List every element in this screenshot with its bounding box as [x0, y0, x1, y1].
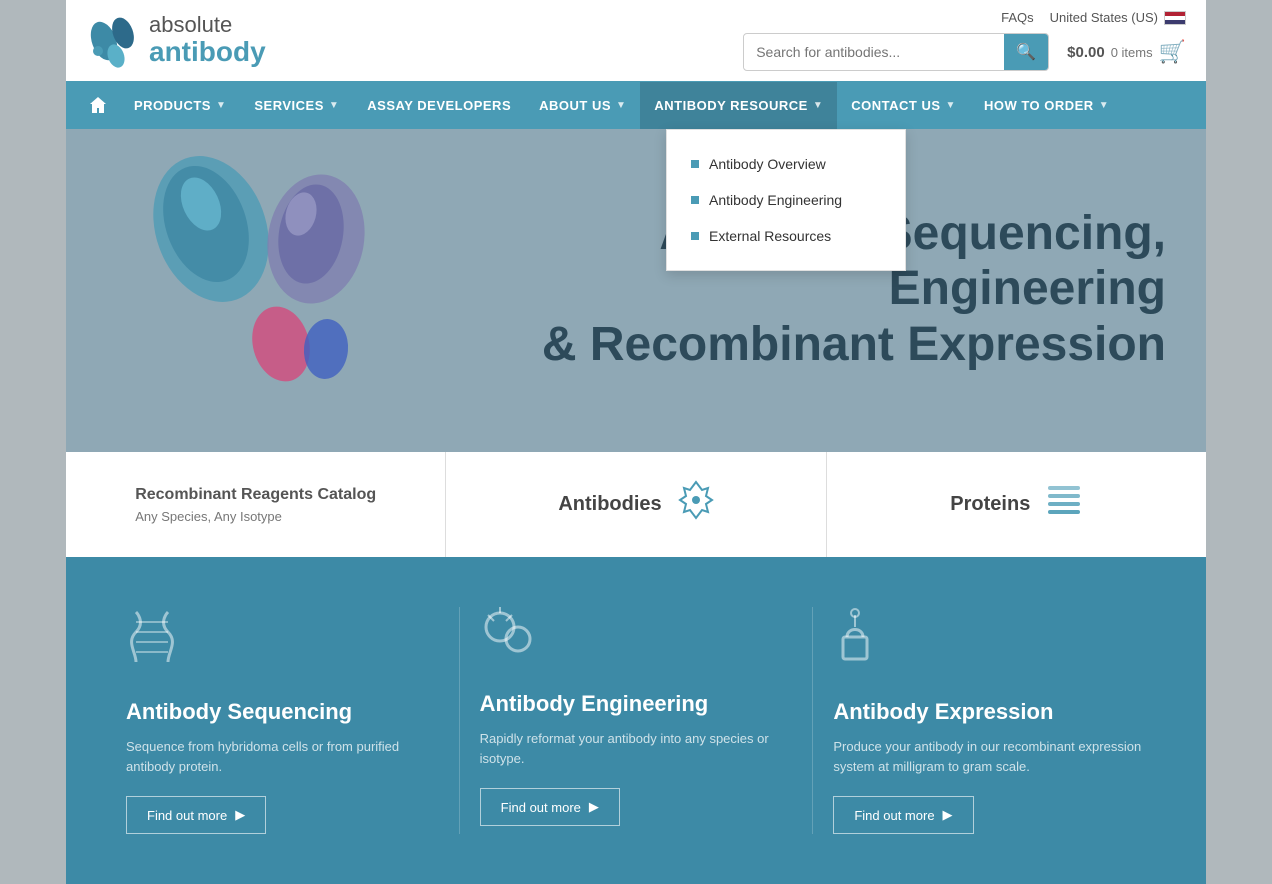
- dropdown-bullet-engineering: [691, 196, 699, 204]
- sequencing-desc: Sequence from hybridoma cells or from pu…: [126, 737, 439, 776]
- search-button[interactable]: 🔍: [1004, 34, 1048, 70]
- search-input[interactable]: [744, 36, 1004, 68]
- contact-chevron-icon: ▼: [946, 100, 956, 111]
- nav-home[interactable]: [76, 81, 120, 129]
- expression-arrow-icon: ▶: [943, 807, 953, 823]
- nav-item-assay-developers[interactable]: ASSAY DEVELOPERS: [353, 82, 525, 129]
- services-chevron-icon: ▼: [329, 100, 339, 111]
- proteins-label: Proteins: [950, 493, 1030, 516]
- nav-item-products[interactable]: PRODUCTS ▼: [120, 82, 240, 129]
- products-chevron-icon: ▼: [216, 100, 226, 111]
- service-engineering: Antibody Engineering Rapidly reformat yo…: [460, 607, 814, 834]
- product-tile-proteins[interactable]: Proteins: [827, 452, 1206, 557]
- dropdown-bullet-external: [691, 232, 699, 240]
- engineering-desc: Rapidly reformat your antibody into any …: [480, 729, 793, 768]
- product-tile-antibodies[interactable]: Antibodies: [446, 452, 826, 557]
- nav-item-services[interactable]: SERVICES ▼: [240, 82, 353, 129]
- cart-area: $0.00 0 items 🛒: [1067, 39, 1186, 65]
- dropdown-bullet-overview: [691, 160, 699, 168]
- search-cart-area: 🔍 $0.00 0 items 🛒: [743, 33, 1186, 71]
- antibody-resource-dropdown: Antibody Overview Antibody Engineering E…: [666, 129, 906, 271]
- top-right-area: FAQs United States (US) 🔍 $0.00 0 items: [743, 10, 1186, 71]
- nav-item-antibody-resource[interactable]: ANTIBODY RESOURCE ▼: [640, 82, 837, 129]
- logo[interactable]: absolute antibody: [86, 11, 266, 71]
- blue-section: Antibody Sequencing Sequence from hybrid…: [66, 557, 1206, 884]
- cart-price: $0.00: [1067, 44, 1105, 61]
- nav-item-how-to-order[interactable]: HOW TO ORDER ▼: [970, 82, 1123, 129]
- antibodies-label: Antibodies: [558, 493, 661, 516]
- antibody-resource-chevron-icon: ▼: [813, 100, 823, 111]
- expression-title: Antibody Expression: [833, 699, 1146, 725]
- about-chevron-icon: ▼: [616, 100, 626, 111]
- logo-absolute: absolute: [149, 13, 266, 37]
- how-to-order-chevron-icon: ▼: [1099, 100, 1109, 111]
- expression-find-out-btn[interactable]: Find out more ▶: [833, 796, 973, 834]
- tile-text-catalog: Recombinant Reagents Catalog Any Species…: [135, 483, 376, 527]
- country-selector[interactable]: United States (US): [1050, 10, 1186, 25]
- antibody-shapes-illustration: [126, 149, 406, 409]
- logo-antibody: antibody: [149, 37, 266, 68]
- top-bar: absolute antibody FAQs United States (US…: [66, 0, 1206, 81]
- product-tile-catalog[interactable]: Recombinant Reagents Catalog Any Species…: [66, 452, 446, 557]
- engineering-title: Antibody Engineering: [480, 691, 793, 717]
- top-meta: FAQs United States (US): [1001, 10, 1186, 25]
- dropdown-item-overview[interactable]: Antibody Overview: [667, 146, 905, 182]
- faqs-link[interactable]: FAQs: [1001, 10, 1034, 25]
- expression-desc: Produce your antibody in our recombinant…: [833, 737, 1146, 776]
- logo-text: absolute antibody: [149, 13, 266, 68]
- search-box: 🔍: [743, 33, 1049, 71]
- product-tiles: Recombinant Reagents Catalog Any Species…: [66, 449, 1206, 557]
- sequencing-icon: [126, 607, 439, 679]
- hero-section: Antibody Sequencing, Engineering & Recom…: [66, 129, 1206, 449]
- service-sequencing: Antibody Sequencing Sequence from hybrid…: [106, 607, 460, 834]
- sequencing-find-out-btn[interactable]: Find out more ▶: [126, 796, 266, 834]
- cart-items: 0 items: [1111, 45, 1153, 60]
- dropdown-item-engineering[interactable]: Antibody Engineering: [667, 182, 905, 218]
- engineering-icon: [480, 607, 793, 671]
- engineering-arrow-icon: ▶: [589, 799, 599, 815]
- nav-item-contact-us[interactable]: CONTACT US ▼: [837, 82, 970, 129]
- proteins-icon: [1046, 482, 1082, 527]
- sequencing-title: Antibody Sequencing: [126, 699, 439, 725]
- expression-icon: [833, 607, 1146, 679]
- nav-bar: PRODUCTS ▼ SERVICES ▼ ASSAY DEVELOPERS A…: [66, 81, 1206, 129]
- antibodies-icon: [678, 480, 714, 529]
- logo-icon: [86, 11, 141, 71]
- service-expression: Antibody Expression Produce your antibod…: [813, 607, 1166, 834]
- cart-button[interactable]: 🛒: [1159, 39, 1186, 65]
- dropdown-item-external[interactable]: External Resources: [667, 218, 905, 254]
- sequencing-arrow-icon: ▶: [235, 807, 245, 823]
- engineering-find-out-btn[interactable]: Find out more ▶: [480, 788, 620, 826]
- flag-icon: [1164, 11, 1186, 25]
- nav-item-about-us[interactable]: ABOUT US ▼: [525, 82, 640, 129]
